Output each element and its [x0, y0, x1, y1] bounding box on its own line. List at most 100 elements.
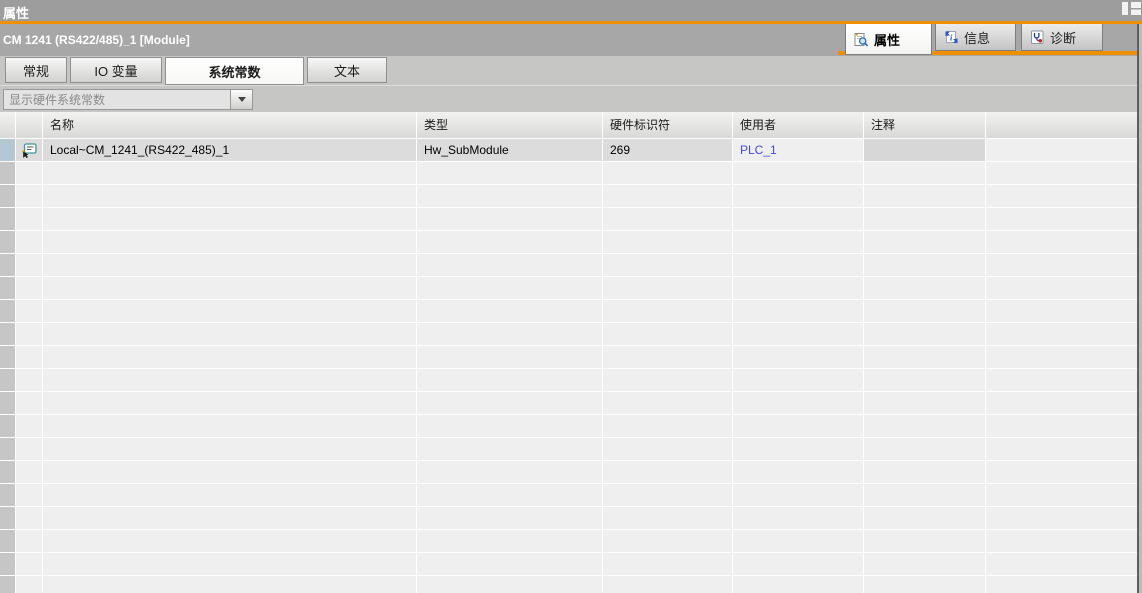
- table-cell: [733, 484, 863, 506]
- table-row-empty[interactable]: [0, 185, 1137, 207]
- table-cell: [986, 208, 1137, 230]
- table-cell: [43, 484, 416, 506]
- table-cell: [603, 530, 732, 552]
- tab-diagnostics[interactable]: 诊断: [1021, 24, 1103, 51]
- table-row-empty[interactable]: [0, 346, 1137, 368]
- table-cell: [733, 162, 863, 184]
- dropdown-button[interactable]: [230, 90, 252, 109]
- table-cell: [43, 254, 416, 276]
- table-cell: [43, 323, 416, 345]
- table-cell: [603, 300, 732, 322]
- column-header-hw-identifier[interactable]: 硬件标识符: [603, 112, 732, 138]
- table-cell: [864, 530, 985, 552]
- table-cell: [603, 576, 732, 593]
- table-cell: [0, 208, 15, 230]
- table-row-empty[interactable]: [0, 461, 1137, 483]
- table-cell: [986, 254, 1137, 276]
- tab-io-tags[interactable]: IO 变量: [70, 57, 162, 83]
- table-cell: [603, 392, 732, 414]
- table-cell: [417, 392, 602, 414]
- chevron-down-icon: [238, 97, 246, 102]
- table-cell: [603, 415, 732, 437]
- table-cell: [43, 553, 416, 575]
- table-row-empty[interactable]: [0, 392, 1137, 414]
- table-cell: [733, 277, 863, 299]
- column-header-used-by[interactable]: 使用者: [733, 112, 863, 138]
- table-cell: [417, 231, 602, 253]
- table-cell: [417, 323, 602, 345]
- dropdown-value: 显示硬件系统常数: [4, 91, 230, 108]
- tab-info[interactable]: i 信息: [935, 24, 1016, 51]
- table-cell: [603, 231, 732, 253]
- properties-icon: [854, 32, 869, 47]
- cell-comment: [864, 139, 985, 161]
- tab-label: IO 变量: [94, 61, 137, 80]
- section-tab-row: 常规 IO 变量 系统常数 文本: [0, 56, 1142, 86]
- table-row-empty[interactable]: [0, 576, 1137, 593]
- tab-label: 信息: [964, 28, 990, 47]
- table-cell: [16, 507, 42, 529]
- filter-row: 显示硬件系统常数: [0, 86, 1142, 112]
- table-cell: [0, 530, 15, 552]
- tab-general[interactable]: 常规: [5, 57, 67, 83]
- table-row-empty[interactable]: [0, 507, 1137, 529]
- table-cell: [733, 346, 863, 368]
- table-cell: [603, 208, 732, 230]
- table-cell: [417, 185, 602, 207]
- table-row-empty[interactable]: [0, 231, 1137, 253]
- table-cell: [603, 346, 732, 368]
- table-cell: [417, 162, 602, 184]
- dock-panel-icon[interactable]: [1122, 2, 1142, 15]
- table-row-empty[interactable]: [0, 553, 1137, 575]
- table-cell: [733, 553, 863, 575]
- table-cell: [0, 438, 15, 460]
- table-row-constant[interactable]: Local~CM_1241_(RS422_485)_1 Hw_SubModule…: [0, 139, 1137, 161]
- table-row-empty[interactable]: [0, 369, 1137, 391]
- column-header-name[interactable]: 名称: [43, 112, 416, 138]
- table-cell: [0, 231, 15, 253]
- table-row-empty[interactable]: [0, 300, 1137, 322]
- table-cell: [733, 185, 863, 207]
- table-row-empty[interactable]: [0, 208, 1137, 230]
- table-cell: [733, 369, 863, 391]
- table-cell: [864, 507, 985, 529]
- table-cell: [417, 254, 602, 276]
- table-row-empty[interactable]: [0, 162, 1137, 184]
- table-cell: [0, 507, 15, 529]
- table-row-empty[interactable]: [0, 415, 1137, 437]
- table-cell: [0, 415, 15, 437]
- panel-title: 属性: [3, 3, 29, 22]
- header-icon-cell: [16, 112, 42, 138]
- row-gutter[interactable]: [0, 139, 15, 161]
- constants-filter-dropdown[interactable]: 显示硬件系统常数: [3, 89, 253, 110]
- table-row-empty[interactable]: [0, 277, 1137, 299]
- table-cell: [733, 300, 863, 322]
- column-header-type[interactable]: 类型: [417, 112, 602, 138]
- table-row-empty[interactable]: [0, 323, 1137, 345]
- system-constants-table: 名称 类型 硬件标识符 使用者 注释 Local~CM_1241_(RS422_…: [0, 112, 1137, 593]
- table-cell: [864, 576, 985, 593]
- table-cell: [417, 553, 602, 575]
- table-cell: [417, 438, 602, 460]
- cell-extra: [986, 139, 1137, 161]
- table-cell: [43, 438, 416, 460]
- tab-system-constants[interactable]: 系统常数: [165, 57, 304, 85]
- table-cell: [417, 415, 602, 437]
- table-row-empty[interactable]: [0, 254, 1137, 276]
- table-cell: [864, 162, 985, 184]
- table-cell: [417, 484, 602, 506]
- table-cell: [864, 346, 985, 368]
- table-cell: [733, 576, 863, 593]
- table-cell: [16, 254, 42, 276]
- table-row-empty[interactable]: [0, 484, 1137, 506]
- table-row-empty[interactable]: [0, 438, 1137, 460]
- cell-used-by-link[interactable]: PLC_1: [733, 139, 863, 161]
- table-cell: [417, 461, 602, 483]
- cell-type: Hw_SubModule: [417, 139, 602, 161]
- table-row-empty[interactable]: [0, 530, 1137, 552]
- tab-label: 文本: [334, 61, 360, 80]
- table-cell: [603, 484, 732, 506]
- column-header-comment[interactable]: 注释: [864, 112, 985, 138]
- tab-texts[interactable]: 文本: [307, 57, 387, 83]
- tab-properties[interactable]: 属性: [845, 24, 932, 55]
